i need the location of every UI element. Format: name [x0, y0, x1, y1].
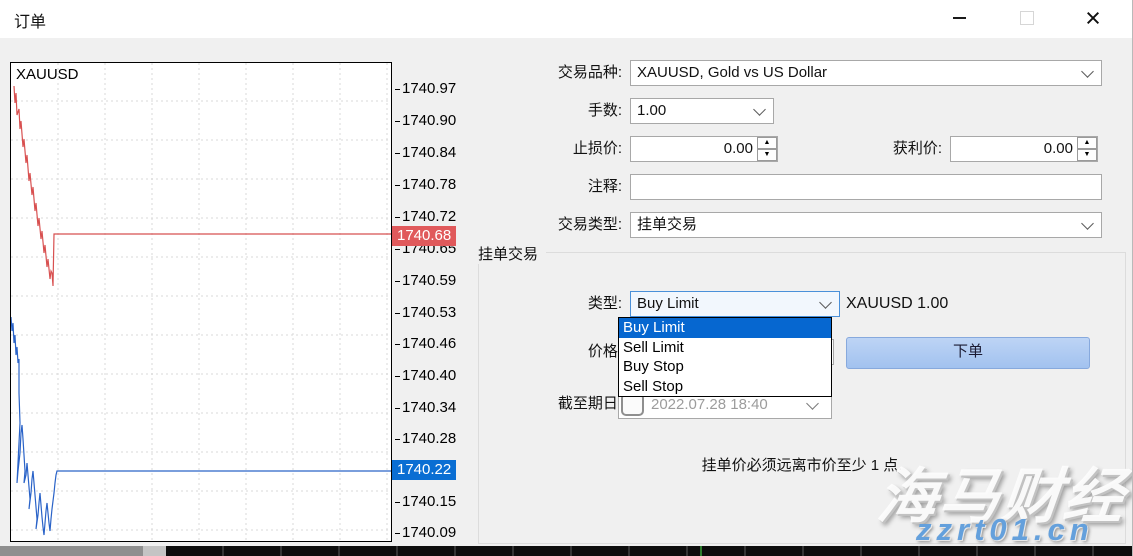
trade-type-select[interactable]: 挂单交易 — [630, 212, 1102, 238]
take-profit-spinner: ▲ ▼ — [1077, 137, 1097, 161]
trade-type-value: 挂单交易 — [637, 216, 697, 233]
close-button[interactable]: × — [1070, 0, 1116, 36]
window-title: 订单 — [14, 8, 46, 32]
title-bar: 订单 × — [0, 0, 1132, 38]
order-type-value: Buy Limit — [637, 295, 699, 312]
maximize-button[interactable] — [1004, 0, 1050, 36]
symbol-value: XAUUSD, Gold vs US Dollar — [637, 64, 827, 81]
expiry-label: 截至期日: — [480, 391, 622, 417]
axis-price-label: 1740.90 — [402, 112, 456, 129]
minimize-button[interactable] — [936, 0, 982, 36]
axis-price-label: 1740.53 — [402, 304, 456, 321]
dropdown-option-buy-limit[interactable]: Buy Limit — [619, 318, 831, 338]
volume-select[interactable]: 1.00 — [630, 98, 774, 124]
dropdown-option-sell-stop[interactable]: Sell Stop — [619, 377, 831, 397]
spin-up-icon[interactable]: ▲ — [1077, 137, 1097, 149]
chevron-down-icon — [1081, 65, 1094, 78]
chevron-down-icon[interactable] — [806, 397, 819, 410]
order-type-select[interactable]: Buy Limit — [630, 291, 840, 317]
chart-symbol-label: XAUUSD — [16, 66, 79, 83]
axis-price-label: 1740.59 — [402, 272, 456, 289]
spin-down-icon[interactable]: ▼ — [757, 149, 777, 161]
stop-loss-spinner: ▲ ▼ — [757, 137, 777, 161]
take-profit-label: 获利价: — [800, 136, 942, 162]
order-dialog: 订单 × XAUUSD 1740.97 1740.90 1740.84 1740.78… — [0, 0, 1133, 556]
volume-value: 1.00 — [637, 102, 666, 119]
axis-price-label: 1740.15 — [402, 493, 456, 510]
stop-loss-label: 止损价: — [480, 136, 622, 162]
order-type-dropdown-list: Buy Limit Sell Limit Buy Stop Sell Stop — [618, 317, 832, 397]
axis-price-label: 1740.84 — [402, 144, 456, 161]
maximize-icon — [1020, 11, 1034, 25]
bid-price-badge: 1740.22 — [392, 460, 456, 480]
dropdown-option-sell-limit[interactable]: Sell Limit — [619, 338, 831, 358]
minimize-icon — [953, 17, 966, 19]
close-icon: × — [1085, 5, 1101, 32]
chevron-down-icon — [753, 103, 766, 116]
volume-label: 手数: — [480, 98, 622, 124]
chevron-down-icon — [819, 296, 832, 309]
comment-input[interactable] — [630, 174, 1102, 200]
axis-price-label: 1740.97 — [402, 80, 456, 97]
ask-line — [14, 86, 391, 286]
tick-chart-canvas — [11, 63, 391, 541]
take-profit-value: 0.00 — [951, 137, 1077, 161]
order-type-label: 类型: — [480, 291, 622, 317]
axis-price-label: 1740.09 — [402, 524, 456, 541]
comment-label: 注释: — [480, 174, 622, 200]
order-summary: XAUUSD 1.00 — [846, 291, 948, 317]
bid-line — [11, 317, 391, 535]
price-label: 价格: — [480, 339, 622, 365]
ask-price-badge: 1740.68 — [392, 226, 456, 246]
axis-price-label: 1740.34 — [402, 399, 456, 416]
expiry-value: 2022.07.28 18:40 — [644, 396, 808, 413]
tick-chart: XAUUSD — [10, 62, 392, 542]
stop-loss-value: 0.00 — [631, 137, 757, 161]
axis-price-label: 1740.46 — [402, 335, 456, 352]
watermark-url: zzrt01.cn — [916, 512, 1094, 548]
axis-price-label: 1740.28 — [402, 430, 456, 447]
chevron-down-icon — [1081, 217, 1094, 230]
trade-type-label: 交易类型: — [480, 212, 622, 238]
symbol-select[interactable]: XAUUSD, Gold vs US Dollar — [630, 60, 1102, 86]
axis-tick — [700, 546, 702, 556]
symbol-label: 交易品种: — [480, 60, 622, 86]
axis-price-label: 1740.40 — [402, 367, 456, 384]
price-axis: 1740.971740.901740.841740.781740.721740.… — [392, 62, 458, 548]
group-title: 挂单交易 — [478, 243, 546, 264]
take-profit-input[interactable]: 0.00 ▲ ▼ — [950, 136, 1098, 162]
axis-price-label: 1740.72 — [402, 208, 456, 225]
stop-loss-input[interactable]: 0.00 ▲ ▼ — [630, 136, 778, 162]
place-order-button[interactable]: 下单 — [846, 337, 1090, 369]
spin-up-icon[interactable]: ▲ — [757, 137, 777, 149]
spin-down-icon[interactable]: ▼ — [1077, 149, 1097, 161]
axis-price-label: 1740.78 — [402, 176, 456, 193]
dropdown-option-buy-stop[interactable]: Buy Stop — [619, 357, 831, 377]
taskbar-segment — [143, 546, 166, 556]
